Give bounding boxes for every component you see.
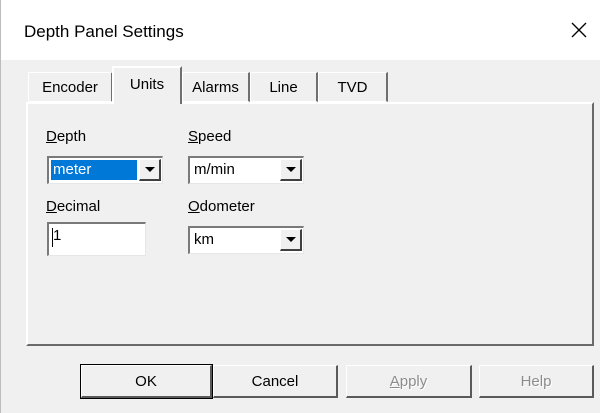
depth-dropdown-button[interactable] [139, 159, 161, 181]
chevron-down-icon [144, 167, 155, 172]
cancel-button[interactable]: Cancel [213, 365, 338, 398]
chevron-down-icon [285, 237, 296, 242]
tab-units-label: Units [129, 76, 165, 93]
title-bar: Depth Panel Settings [1, 0, 600, 60]
close-button[interactable] [563, 12, 595, 48]
odometer-select-value: km [194, 231, 214, 248]
units-tab-panel: Depth meter Speed m/min Decimal 1 Odomet… [26, 102, 594, 346]
tab-tvd[interactable]: TVD [318, 72, 388, 102]
tab-encoder[interactable]: Encoder [28, 72, 113, 102]
tab-alarms-label: Alarms [192, 78, 239, 96]
tab-encoder-label: Encoder [42, 78, 98, 96]
chevron-down-icon [285, 167, 296, 172]
apply-button[interactable]: Apply [346, 365, 472, 398]
tab-units[interactable]: Units [112, 66, 182, 104]
decimal-label: Decimal [46, 198, 101, 215]
ok-button[interactable]: OK [80, 364, 213, 399]
speed-dropdown-button[interactable] [280, 159, 302, 181]
help-button[interactable]: Help [479, 365, 594, 398]
decimal-input[interactable]: 1 [47, 222, 146, 256]
odometer-label: Odometer [188, 198, 255, 215]
speed-label: Speed [188, 128, 232, 145]
tab-tvd-label: TVD [337, 78, 368, 96]
decimal-input-value: 1 [53, 227, 62, 244]
depth-select[interactable]: meter [47, 156, 163, 184]
tab-line-label: Line [269, 78, 298, 96]
speed-select-value: m/min [194, 161, 235, 178]
depth-select-value: meter [51, 160, 137, 180]
tab-alarms[interactable]: Alarms [182, 72, 250, 102]
odometer-select[interactable]: km [188, 226, 304, 254]
speed-select[interactable]: m/min [188, 156, 304, 184]
dialog-window: Depth Panel Settings Encoder Units Alarm… [0, 0, 600, 413]
tab-line[interactable]: Line [250, 72, 318, 102]
window-title: Depth Panel Settings [24, 22, 184, 41]
odometer-dropdown-button[interactable] [280, 229, 302, 251]
depth-label: Depth [46, 128, 87, 145]
close-icon [571, 22, 587, 38]
